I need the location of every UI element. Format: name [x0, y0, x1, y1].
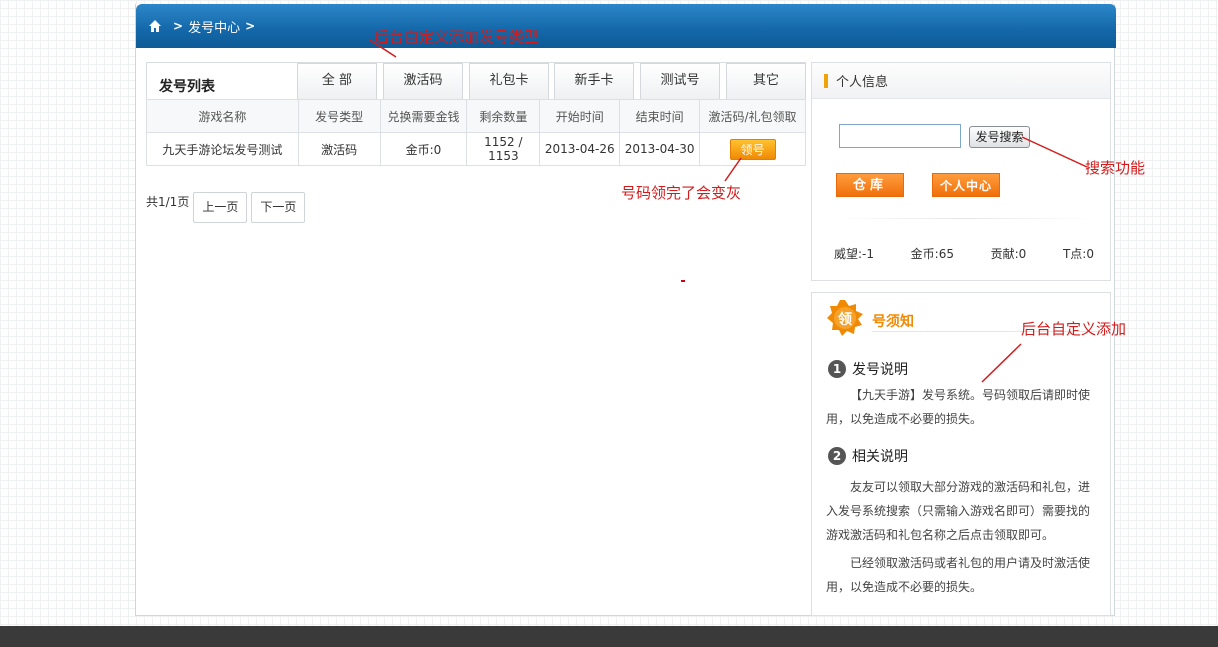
search-input[interactable] — [839, 124, 961, 148]
column-header: 兑换需要金钱 — [379, 99, 468, 133]
notice-title: 号须知 — [872, 314, 914, 330]
user-stats: 威望:-1 金币:65 贡献:0 T点:0 — [834, 245, 1094, 262]
stat-prestige: 威望:-1 — [834, 247, 875, 261]
warehouse-button[interactable]: 仓库 — [836, 173, 904, 197]
breadcrumb-bar: > 发号中心 > — [136, 4, 1116, 48]
prev-page-button[interactable]: 上一页 — [193, 192, 248, 223]
remaining-count: 1152 / 1153 — [466, 132, 541, 166]
end-date: 2013-04-30 — [619, 132, 701, 166]
number-badge: 1 — [828, 360, 846, 378]
next-page-button[interactable]: 下一页 — [251, 192, 306, 223]
action-cell: 领号 — [699, 132, 806, 166]
paragraph: 【九天手游】发号系统。号码领取后请即时使用，以免造成不必要的损失。 — [826, 388, 1091, 426]
section-title: 相关说明 — [852, 449, 908, 465]
column-header: 发号类型 — [297, 99, 381, 133]
tab-gift-card[interactable]: 礼包卡 — [469, 63, 549, 100]
stat-gold: 金币:65 — [910, 247, 954, 261]
notice-panel: 领 号须知 1 发号说明 【九天手游】发号系统。号码领取后请即时使用，以免造成不… — [811, 292, 1111, 616]
annotation-notice: 后台自定义添加 — [1021, 320, 1127, 338]
page-info: 共1/1页 — [146, 195, 190, 209]
user-center-button[interactable]: 个人中心 — [932, 173, 1000, 197]
profile-panel: 个人信息 发号搜索 仓库 个人中心 威望:-1 金币:65 贡献:0 T点:0 — [811, 62, 1111, 281]
stat-contribution: 贡献:0 — [990, 247, 1027, 261]
annotation-tabs: 后台自定义添加发号类型 — [374, 28, 540, 46]
game-name-link[interactable]: 九天手游论坛发号测试 — [146, 132, 299, 166]
column-header: 激活码/礼包领取 — [699, 99, 806, 133]
tab-newbie-card[interactable]: 新手卡 — [554, 63, 634, 100]
stat-t-points: T点:0 — [1062, 247, 1094, 261]
badge-label: 领 — [838, 312, 852, 328]
tab-test-account[interactable]: 测试号 — [640, 63, 720, 100]
badge-icon: 领 — [826, 299, 864, 337]
chevron-right-icon: > — [245, 19, 256, 33]
code-table: 游戏名称 发号类型 兑换需要金钱 剩余数量 开始时间 结束时间 激活码/礼包领取… — [146, 99, 806, 166]
pagination: 共1/1页 上一页 下一页 — [146, 192, 309, 223]
column-header: 结束时间 — [619, 99, 701, 133]
home-icon[interactable] — [148, 19, 162, 33]
get-code-button[interactable]: 领号 — [729, 138, 776, 160]
footer-bar — [0, 626, 1218, 647]
paragraph: 已经领取激活码或者礼包的用户请及时激活使用，以免造成不必要的损失。 — [826, 556, 1091, 594]
divider — [832, 218, 1094, 219]
column-header: 开始时间 — [539, 99, 621, 133]
search-button[interactable]: 发号搜索 — [969, 126, 1030, 148]
annotation-button: 号码领完了会变灰 — [621, 184, 742, 202]
start-date: 2013-04-26 — [539, 132, 621, 166]
breadcrumb-current[interactable]: 发号中心 — [188, 17, 240, 36]
tab-all[interactable]: 全 部 — [297, 63, 377, 100]
annotation-search: 搜索功能 — [1085, 159, 1146, 177]
table-row: 九天手游论坛发号测试 激活码 金币:0 1152 / 1153 2013-04-… — [146, 132, 806, 166]
table-header-row: 游戏名称 发号类型 兑换需要金钱 剩余数量 开始时间 结束时间 激活码/礼包领取 — [146, 99, 806, 133]
list-title: 发号列表 — [159, 79, 215, 95]
tabs-row: 发号列表 全 部 激活码 礼包卡 新手卡 测试号 其它 — [146, 62, 806, 100]
column-header: 游戏名称 — [146, 99, 299, 133]
tab-other[interactable]: 其它 — [726, 63, 806, 100]
header-accent-bar — [824, 73, 828, 88]
section-heading: 2 相关说明 — [828, 446, 908, 466]
section-heading: 1 发号说明 — [828, 359, 908, 379]
main-container: > 发号中心 > 发号列表 全 部 激活码 礼包卡 新手卡 测试号 其它 游戏名… — [135, 4, 1116, 616]
cost: 金币:0 — [379, 132, 468, 166]
panel-header: 个人信息 — [812, 63, 1110, 99]
red-mark — [681, 280, 685, 282]
chevron-right-icon: > — [173, 19, 184, 33]
tab-activation-code[interactable]: 激活码 — [383, 63, 463, 100]
number-badge: 2 — [828, 447, 846, 465]
code-type: 激活码 — [297, 132, 381, 166]
column-header: 剩余数量 — [466, 99, 541, 133]
panel-title: 个人信息 — [836, 75, 889, 90]
section-title: 发号说明 — [852, 362, 908, 378]
paragraph: 友友可以领取大部分游戏的激活码和礼包，进入发号系统搜索（只需输入游戏名即可）需要… — [826, 480, 1091, 542]
